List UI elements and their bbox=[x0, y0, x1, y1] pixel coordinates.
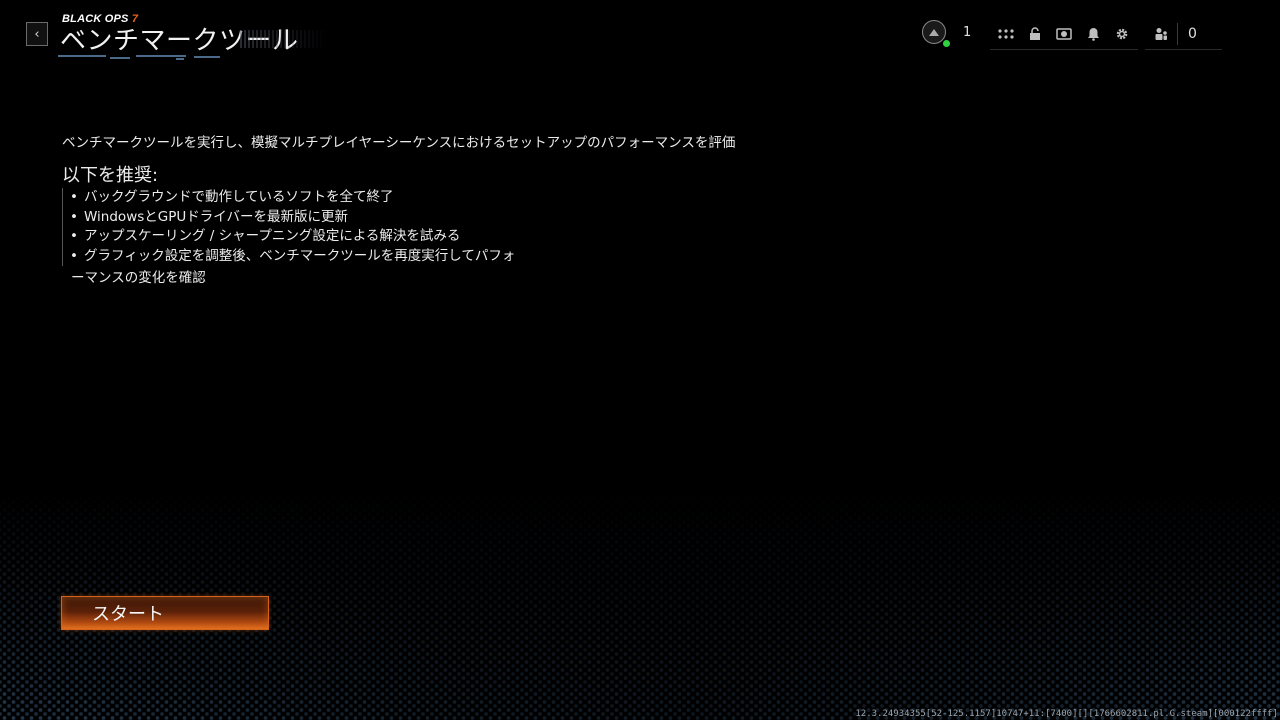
back-button[interactable]: ‹ bbox=[26, 22, 48, 46]
recommend-heading: 以下を推奨: bbox=[62, 165, 159, 186]
build-version-text: 12.3.24934355[52-125.1157]10747+11:[7400… bbox=[855, 709, 1278, 719]
grid-icon[interactable] bbox=[998, 26, 1014, 42]
recommend-list: バックグラウンドで動作しているソフトを全て終了 WindowsとGPUドライバー… bbox=[62, 188, 568, 266]
chevron-left-icon: ‹ bbox=[34, 26, 40, 42]
benchmark-description: ベンチマークツールを実行し、模擬マルチプレイヤーシーケンスにおけるセットアップの… bbox=[62, 135, 736, 151]
friends-count: 0 bbox=[1188, 25, 1197, 42]
list-item: バックグラウンドで動作しているソフトを全て終了 bbox=[68, 188, 568, 208]
top-icon-bar bbox=[990, 18, 1138, 50]
start-button[interactable]: スタート bbox=[61, 596, 269, 630]
list-item: WindowsとGPUドライバーを最新版に更新 bbox=[68, 208, 568, 228]
friends-bar: 0 bbox=[1145, 18, 1222, 50]
camera-icon[interactable] bbox=[1056, 26, 1072, 42]
list-item: グラフィック設定を調整後、ベンチマークツールを再度実行してパフォ bbox=[68, 247, 568, 267]
benchmark-screen: ‹ BLACK OPS 7 ベンチマークツール 1 0 ベンチマークツールを実行… bbox=[0, 0, 1280, 720]
recommend-list-continuation: ーマンスの変化を確認 bbox=[71, 270, 206, 286]
online-status-dot bbox=[942, 39, 951, 48]
unlock-icon[interactable] bbox=[1027, 26, 1043, 42]
title-decoration bbox=[58, 54, 228, 62]
friends-divider bbox=[1177, 22, 1178, 45]
title-glitch-decoration bbox=[240, 30, 328, 48]
list-item: アップスケーリング / シャープニング設定による解決を試みる bbox=[68, 227, 568, 247]
party-count: 1 bbox=[963, 25, 972, 40]
bell-icon[interactable] bbox=[1085, 26, 1101, 42]
friends-icon[interactable] bbox=[1153, 26, 1169, 42]
gear-icon[interactable] bbox=[1114, 26, 1130, 42]
